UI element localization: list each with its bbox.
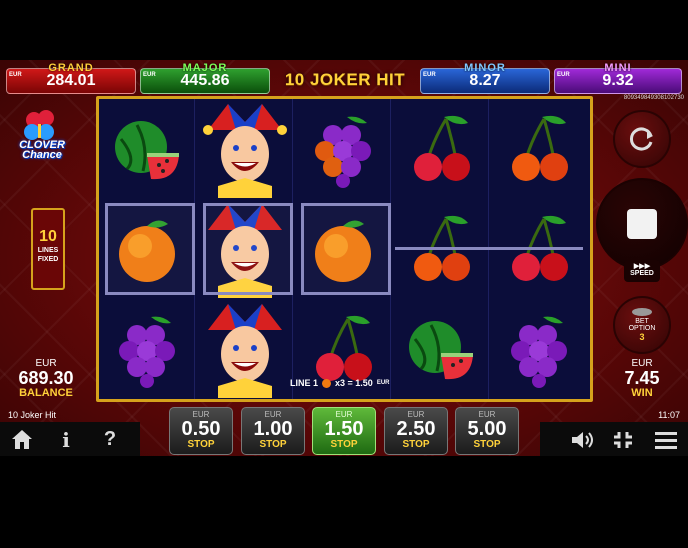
bet-amount: 5.00 [467, 418, 507, 440]
win-value: 7.45 [624, 368, 660, 388]
win-panel: EUR 7.45 WIN [596, 358, 688, 399]
footer-game-name: 10 Joker Hit [8, 410, 57, 420]
jackpot-major-name: MAJOR [182, 62, 228, 74]
jackpot-grand-name: GRAND [48, 62, 94, 74]
lines-fixed-indicator: 10 LINES FIXED [31, 208, 65, 290]
bet-action: STOP [187, 439, 215, 450]
jackpot-mini: EUR MINI 9.32 [554, 62, 682, 94]
symbol-cherries [393, 99, 489, 199]
bet-action: STOP [402, 439, 430, 450]
bet-button-2.50[interactable]: EUR 2.50 STOP [384, 407, 448, 455]
lines-count: 10 [39, 228, 57, 245]
bet-button-1.50[interactable]: EUR 1.50 STOP [312, 407, 376, 455]
hamburger-menu-icon[interactable] [654, 430, 678, 450]
help-button[interactable]: ? [102, 428, 118, 451]
cherries-icon [414, 115, 470, 181]
payline [395, 247, 583, 250]
clover-logo-line2: Chance [22, 149, 62, 161]
jackpot-grand-currency: EUR [9, 72, 22, 78]
jackpot-minor-currency: EUR [423, 72, 436, 78]
win-line-info: LINE 1 x3 = 1.50 EUR [290, 378, 389, 388]
jackpot-minor-value: 8.27 [469, 72, 501, 89]
stop-icon [627, 209, 657, 239]
bet-amount: 1.00 [253, 418, 293, 440]
lines-fixed-label: FIXED [37, 256, 59, 263]
clover-logo-text: CLOVER Chance [8, 140, 76, 161]
jackpot-mini-name: MINI [604, 62, 632, 74]
speed-label: SPEED [630, 270, 654, 277]
win-highlight [105, 203, 195, 295]
joker-icon [203, 104, 287, 198]
left-toolbar: i ? [0, 422, 140, 456]
grapes-icon [511, 316, 567, 388]
balance-label: BALANCE [19, 387, 73, 399]
symbol-grapes [295, 99, 391, 199]
bet-action: STOP [473, 439, 501, 450]
win-label: WIN [631, 387, 653, 399]
orange-icon [322, 378, 332, 388]
balance-value: 689.30 [18, 368, 74, 388]
bet-amount: 1.50 [324, 418, 364, 440]
grapes-icon [315, 116, 371, 188]
symbol-watermelon [393, 299, 489, 399]
bet-option-button[interactable]: BET OPTION 3 [613, 296, 671, 354]
jackpot-major-value: 445.86 [180, 72, 230, 89]
game-screen: EUR GRAND 284.01 EUR MAJOR 445.86 10 JOK… [0, 60, 688, 456]
bet-option-value: 3 [639, 332, 645, 342]
right-toolbar [540, 422, 688, 456]
symbol-joker [197, 99, 293, 199]
win-line-number: LINE 1 [290, 378, 319, 388]
speed-button[interactable]: ▶▶▶ SPEED [624, 260, 660, 282]
cherries-icon [512, 115, 568, 181]
footer-clock: 11:07 [658, 410, 680, 420]
win-line-multiplier: x3 = 1.50 [335, 378, 373, 388]
ticket-id: 809349849308102730 [623, 95, 684, 101]
bet-button-0.50[interactable]: EUR 0.50 STOP [169, 407, 233, 455]
watermelon-icon [115, 121, 179, 180]
reel-frame [96, 96, 593, 402]
info-button[interactable]: i [58, 428, 74, 452]
speaker-icon[interactable] [570, 430, 596, 450]
spin-stop-button[interactable] [596, 178, 688, 270]
bet-option-label2: OPTION [628, 325, 656, 332]
grapes-icon [119, 316, 175, 388]
bet-button-5.00[interactable]: EUR 5.00 STOP [455, 407, 519, 455]
bet-action: STOP [259, 439, 287, 450]
jackpot-grand: EUR GRAND 284.01 [6, 62, 136, 94]
fast-forward-icon: ▶▶▶ [633, 263, 651, 270]
home-icon[interactable] [10, 428, 34, 450]
symbol-grapes [99, 299, 195, 399]
fullscreen-icon[interactable] [612, 430, 634, 450]
symbol-grapes [491, 299, 587, 399]
symbol-watermelon [99, 99, 195, 199]
jackpot-major: EUR MAJOR 445.86 [140, 62, 270, 94]
bet-button-1.00[interactable]: EUR 1.00 STOP [241, 407, 305, 455]
bet-amount: 0.50 [181, 418, 221, 440]
symbol-joker [197, 299, 293, 399]
jackpot-grand-value: 284.01 [46, 72, 96, 89]
coins-icon [632, 308, 652, 316]
win-line-currency: EUR [376, 380, 390, 386]
autoplay-button[interactable] [613, 110, 671, 168]
bet-amount: 2.50 [396, 418, 436, 440]
lines-label: LINES [37, 247, 59, 254]
game-title: 10 JOKER HIT [284, 70, 406, 89]
cherries-icon [316, 315, 372, 381]
symbol-cherries [491, 99, 587, 199]
balance-panel: EUR 689.30 BALANCE [0, 358, 92, 399]
jackpot-minor: EUR MINOR 8.27 [420, 62, 550, 94]
watermelon-icon [409, 321, 473, 380]
jackpot-mini-value: 9.32 [602, 72, 634, 89]
win-highlight [203, 203, 293, 295]
jackpot-major-currency: EUR [143, 72, 156, 78]
joker-icon [208, 304, 282, 398]
win-highlight [301, 203, 391, 295]
refresh-icon [629, 127, 653, 151]
bet-action: STOP [330, 439, 358, 450]
jackpot-minor-name: MINOR [464, 62, 506, 74]
bet-option-label1: BET [635, 318, 649, 325]
jackpot-mini-currency: EUR [557, 72, 570, 78]
